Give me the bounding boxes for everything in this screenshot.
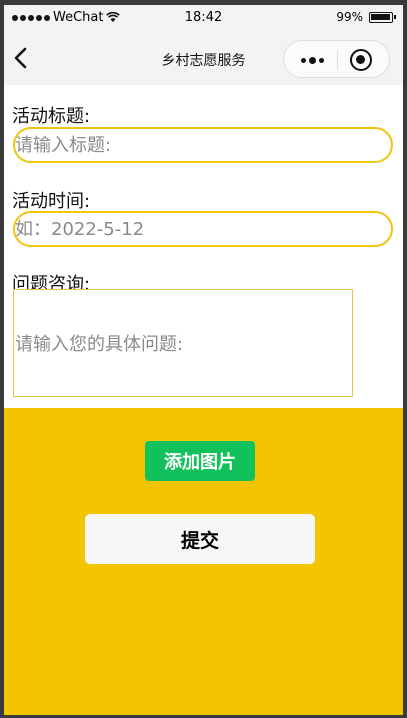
more-button[interactable] [294, 50, 330, 70]
battery-percent: 99% [336, 10, 363, 24]
question-textarea[interactable]: 请输入您的具体问题: [13, 289, 353, 397]
action-area: 添加图片 提交 [4, 408, 403, 715]
capsule-menu [283, 40, 390, 78]
question-placeholder: 请输入您的具体问题: [15, 334, 184, 355]
status-bar: WeChat 18:42 99% [4, 5, 403, 31]
battery-icon [369, 11, 396, 23]
activity-time-input[interactable] [13, 211, 393, 247]
capsule-divider [337, 50, 338, 70]
close-miniprogram-button[interactable] [350, 49, 372, 71]
activity-form: 活动标题: 活动时间: 问题咨询: 请输入您的具体问题: [4, 85, 403, 408]
activity-title-input[interactable] [13, 127, 393, 163]
activity-title-label: 活动标题: [12, 106, 91, 127]
add-image-button[interactable]: 添加图片 [145, 441, 255, 481]
submit-button[interactable]: 提交 [85, 514, 315, 564]
phone-screen: WeChat 18:42 99% 乡村志愿服务 活动标题: 请输入标题: 活动时… [4, 5, 403, 715]
battery-status: 99% [336, 10, 396, 24]
more-dots-icon [300, 57, 306, 63]
activity-time-label: 活动时间: [12, 191, 91, 212]
navigation-bar: 乡村志愿服务 [4, 31, 403, 85]
